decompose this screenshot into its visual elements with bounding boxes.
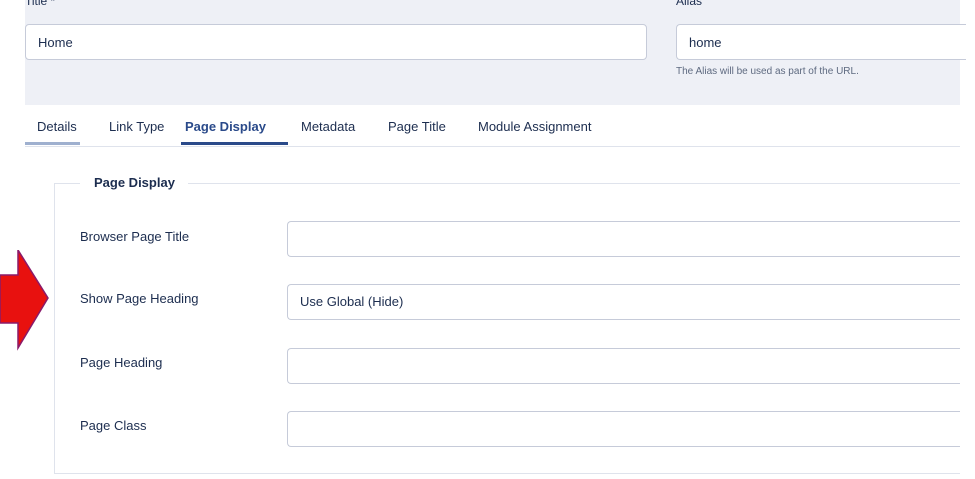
title-input[interactable] <box>25 24 647 60</box>
page-class-label: Page Class <box>80 418 147 433</box>
tab-metadata[interactable]: Metadata <box>301 105 355 145</box>
title-label: Title * <box>25 0 56 8</box>
browser-page-title-input[interactable] <box>287 221 960 257</box>
alias-hint: The Alias will be used as part of the UR… <box>676 66 859 77</box>
fieldset-legend: Page Display <box>94 175 175 190</box>
tab-page-display[interactable]: Page Display <box>185 105 266 145</box>
tab-active-underline <box>181 142 288 145</box>
show-page-heading-label: Show Page Heading <box>80 291 199 306</box>
red-arrow-icon <box>0 250 49 351</box>
tab-bar: Details Link Type Page Display Metadata … <box>25 105 960 147</box>
tab-details-underline <box>25 142 80 145</box>
show-page-heading-select[interactable]: Use Global (Hide) <box>287 284 960 320</box>
fieldset-top-border-right <box>188 183 960 184</box>
tab-page-title[interactable]: Page Title <box>388 105 446 145</box>
alias-input[interactable] <box>676 24 966 60</box>
alias-label: Alias <box>676 0 703 8</box>
page-heading-label: Page Heading <box>80 355 163 370</box>
tab-details[interactable]: Details <box>37 105 77 145</box>
show-page-heading-value: Use Global (Hide) <box>300 294 404 309</box>
tab-link-type[interactable]: Link Type <box>109 105 164 145</box>
page-heading-input[interactable] <box>287 348 960 384</box>
fieldset-top-border-left <box>54 183 80 184</box>
browser-page-title-label: Browser Page Title <box>80 229 190 244</box>
tab-module-assignment[interactable]: Module Assignment <box>478 105 591 145</box>
page-class-input[interactable] <box>287 411 960 447</box>
